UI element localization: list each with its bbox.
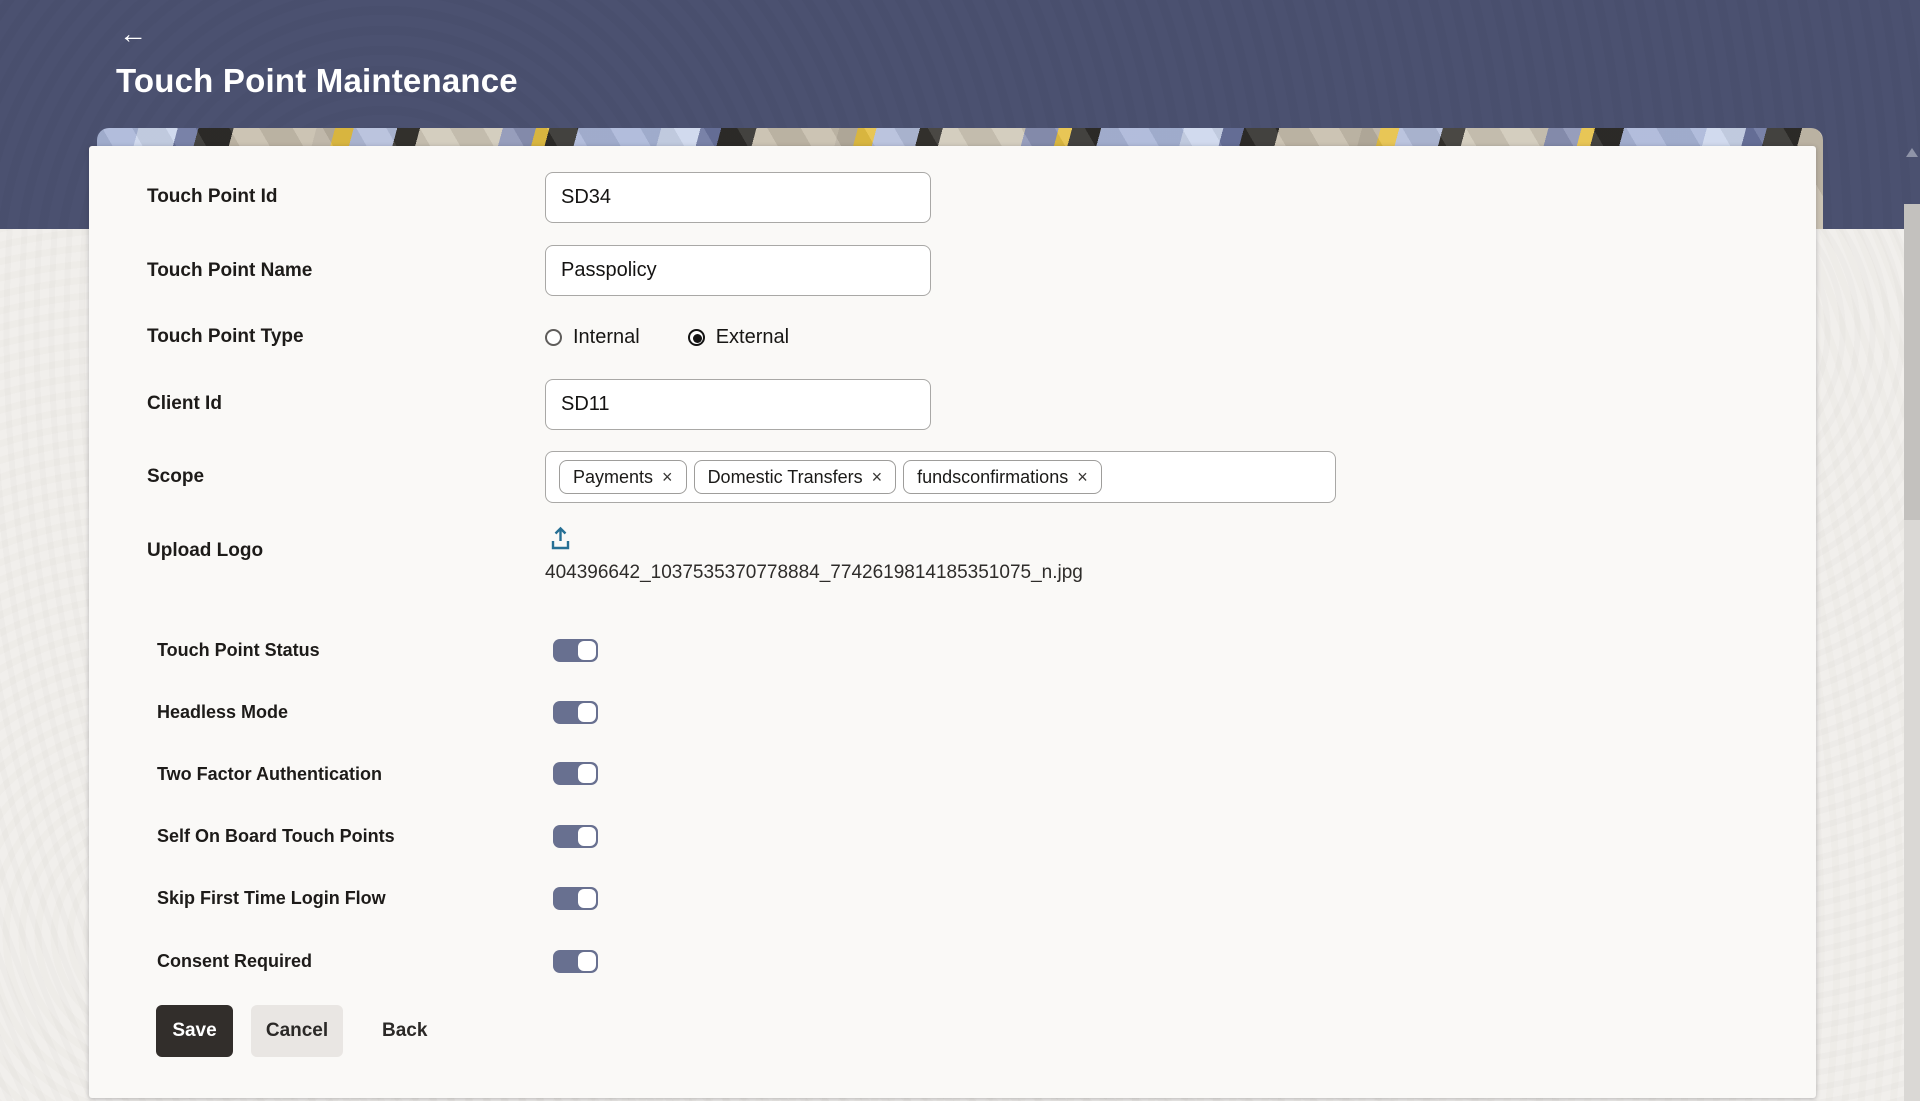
radio-internal[interactable]: Internal xyxy=(545,326,640,349)
chip-remove-icon[interactable]: × xyxy=(872,468,883,486)
save-button[interactable]: Save xyxy=(156,1005,233,1057)
self-on-board-touch-points-toggle[interactable] xyxy=(553,825,598,848)
chip-remove-icon[interactable]: × xyxy=(662,468,673,486)
cancel-button[interactable]: Cancel xyxy=(251,1005,343,1057)
skip-first-time-login-flow-toggle[interactable] xyxy=(553,887,598,910)
scope-chip: fundsconfirmations × xyxy=(903,460,1102,494)
page-title: Touch Point Maintenance xyxy=(116,62,518,100)
radio-external[interactable]: External xyxy=(688,326,789,349)
scope-chip-label: fundsconfirmations xyxy=(917,467,1068,488)
scope-chip-label: Payments xyxy=(573,467,653,488)
scrollbar[interactable] xyxy=(1904,204,1920,1101)
scrollbar-thumb[interactable] xyxy=(1904,204,1920,520)
two-factor-authentication-label: Two Factor Authentication xyxy=(157,762,382,786)
touch-point-name-input[interactable] xyxy=(545,245,931,296)
toggle-knob xyxy=(578,641,596,660)
back-button[interactable]: Back xyxy=(382,1019,427,1043)
skip-first-time-login-flow-label: Skip First Time Login Flow xyxy=(157,886,386,910)
upload-logo-label: Upload Logo xyxy=(147,539,263,563)
consent-required-label: Consent Required xyxy=(157,949,312,973)
consent-required-toggle[interactable] xyxy=(553,950,598,973)
toggle-knob xyxy=(578,764,596,783)
radio-external-icon xyxy=(688,329,705,346)
touch-point-status-label: Touch Point Status xyxy=(157,638,320,662)
touch-point-id-input[interactable] xyxy=(545,172,931,223)
toggle-knob xyxy=(578,827,596,846)
scope-input[interactable]: Payments × Domestic Transfers × fundscon… xyxy=(545,451,1336,503)
headless-mode-toggle[interactable] xyxy=(553,701,598,724)
scope-label: Scope xyxy=(147,465,204,489)
touch-point-type-radio-group: Internal External xyxy=(545,325,789,349)
back-arrow-icon[interactable]: ← xyxy=(119,18,155,50)
headless-mode-label: Headless Mode xyxy=(157,700,288,724)
client-id-label: Client Id xyxy=(147,392,222,416)
uploaded-file-name: 404396642_1037535370778884_7742619814185… xyxy=(545,561,1083,585)
touch-point-id-label: Touch Point Id xyxy=(147,185,278,209)
touch-point-maintenance-screen: ← Touch Point Maintenance Touch Point Id… xyxy=(0,0,1920,1101)
form-card: Touch Point Id Touch Point Name Touch Po… xyxy=(89,146,1816,1098)
touch-point-type-label: Touch Point Type xyxy=(147,325,304,349)
scope-chip-label: Domestic Transfers xyxy=(708,467,863,488)
self-on-board-touch-points-label: Self On Board Touch Points xyxy=(157,824,395,848)
radio-external-label: External xyxy=(716,326,789,349)
toggle-knob xyxy=(578,889,596,908)
scope-chip: Payments × xyxy=(559,460,687,494)
upload-arrow-icon[interactable] xyxy=(547,525,574,552)
toggle-knob xyxy=(578,952,596,971)
radio-internal-label: Internal xyxy=(573,326,640,349)
touch-point-name-label: Touch Point Name xyxy=(147,259,312,283)
two-factor-authentication-toggle[interactable] xyxy=(553,762,598,785)
client-id-input[interactable] xyxy=(545,379,931,430)
radio-internal-icon xyxy=(545,329,562,346)
scrollbar-up-arrow-icon[interactable] xyxy=(1906,148,1918,157)
toggle-knob xyxy=(578,703,596,722)
scope-chip: Domestic Transfers × xyxy=(694,460,897,494)
chip-remove-icon[interactable]: × xyxy=(1077,468,1088,486)
touch-point-status-toggle[interactable] xyxy=(553,639,598,662)
